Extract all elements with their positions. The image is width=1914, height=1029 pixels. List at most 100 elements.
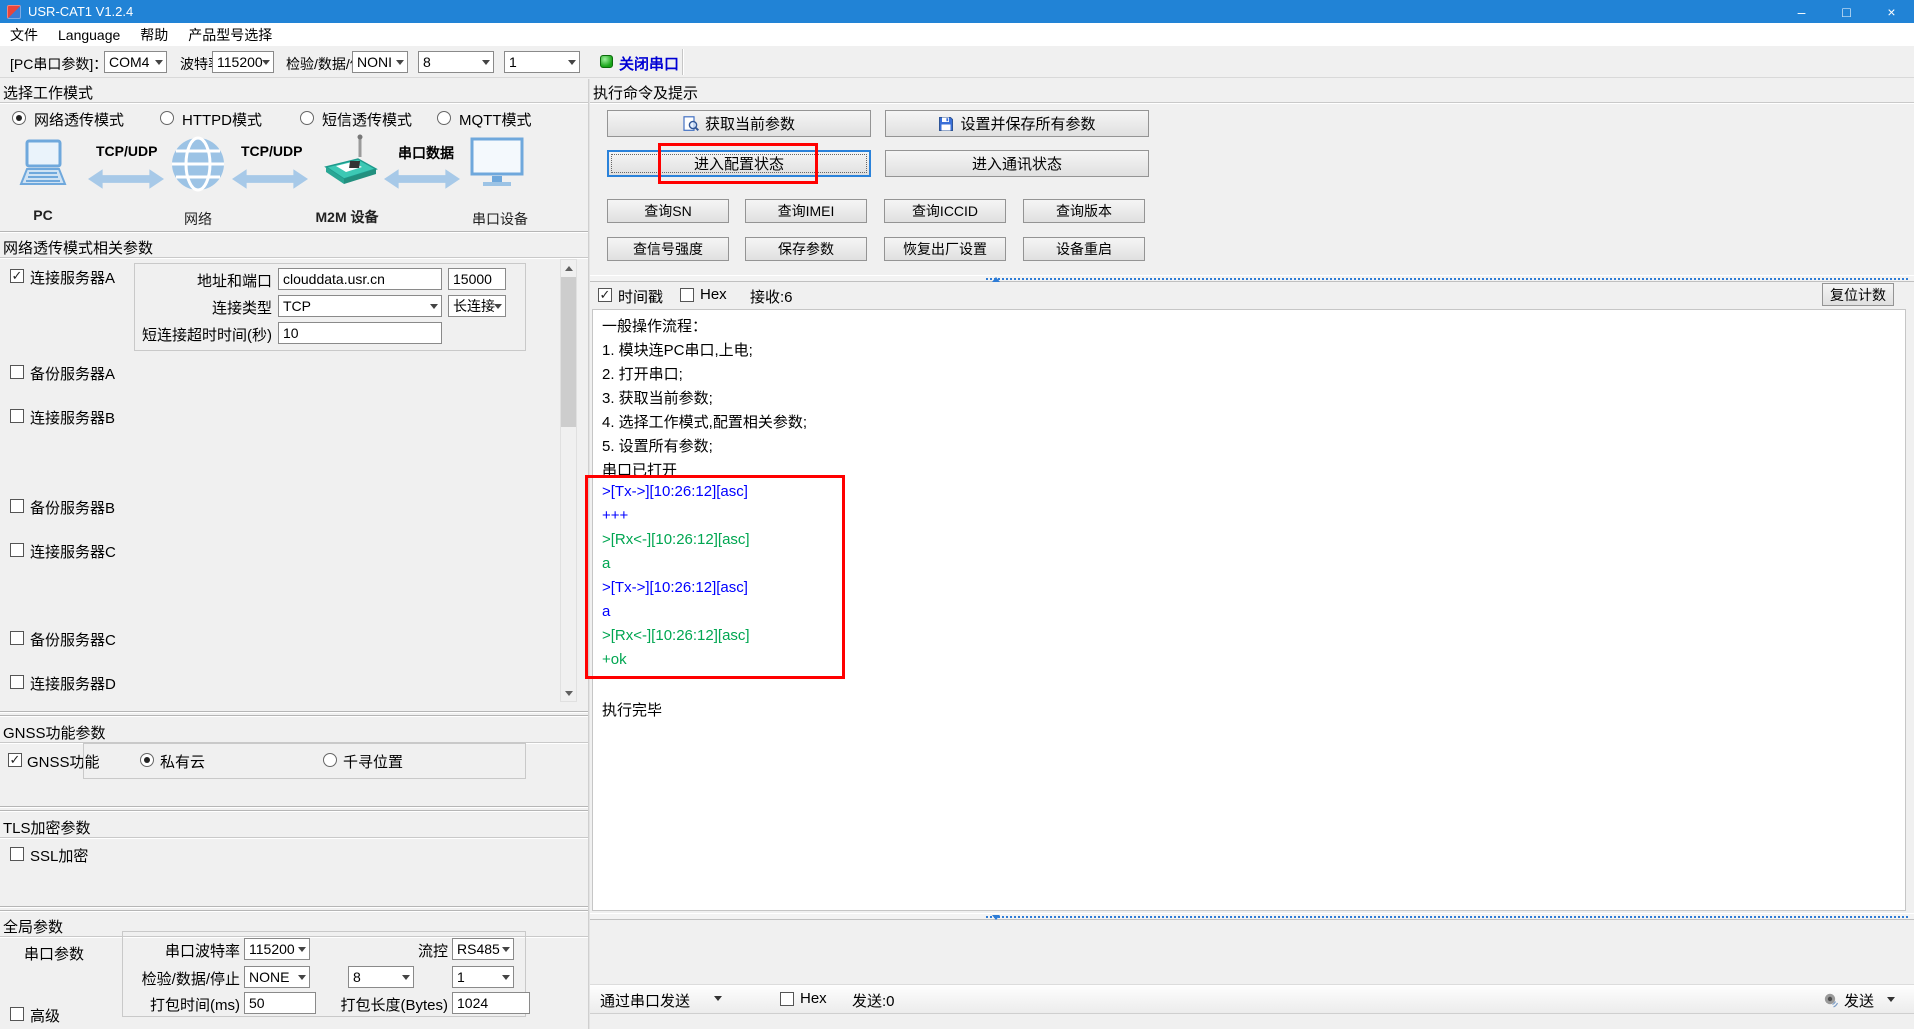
send-bar: 通过串口发送 ✓ Hex 发送:0 发送 [590, 984, 1914, 1014]
recv-hex-checkbox[interactable]: ✓ [680, 288, 694, 302]
params-scrollbar[interactable] [560, 259, 577, 702]
gnss-option-label: 千寻位置 [343, 754, 404, 771]
work-mode-label[interactable]: HTTPD模式 [182, 109, 262, 130]
enter-config-button[interactable]: 进入配置状态 [607, 150, 871, 177]
collapse-up-icon[interactable] [992, 277, 1000, 282]
close-port-button[interactable]: 关闭串口 [619, 53, 679, 74]
backup-server-c-checkbox[interactable]: ✓ [10, 631, 24, 645]
send-options-chevron-icon[interactable] [1887, 997, 1895, 1002]
serial-baud-select[interactable]: 115200 [244, 938, 310, 960]
gnss-option-qianxun[interactable] [323, 753, 337, 767]
server-port-input[interactable]: 15000 [448, 268, 506, 290]
query-version-button[interactable]: 查询版本 [1023, 199, 1145, 223]
close-button[interactable]: × [1869, 0, 1914, 23]
gnss-enable-checkbox[interactable]: ✓ [8, 753, 22, 767]
packtime-input[interactable]: 50 [244, 992, 316, 1014]
ssl-checkbox[interactable]: ✓ [10, 847, 24, 861]
checkbox-label: 备份服务器B [30, 500, 116, 517]
minimize-button[interactable]: – [1779, 0, 1824, 23]
link-label: TCP/UDP [241, 143, 303, 159]
stopbits-select[interactable]: 1 [504, 51, 580, 73]
scroll-down-button[interactable] [561, 685, 576, 701]
chevron-down-icon [298, 947, 306, 952]
query-imei-button[interactable]: 查询IMEI [745, 199, 867, 223]
menu-item-model-select[interactable]: 产品型号选择 [178, 25, 282, 45]
packlen-input[interactable]: 1024 [452, 992, 530, 1014]
menu-item-file[interactable]: 文件 [0, 25, 48, 45]
server-d-checkbox[interactable]: ✓ [10, 675, 24, 689]
backup-server-a-checkbox[interactable]: ✓ [10, 365, 24, 379]
parity-label: 检验/数据/停止 [141, 971, 240, 988]
backup-server-b-checkbox[interactable]: ✓ [10, 499, 24, 513]
short-conn-timeout-input[interactable]: 10 [278, 322, 442, 344]
serial-stopbits-select[interactable]: 1 [452, 966, 514, 988]
send-hex-checkbox[interactable]: ✓ [780, 992, 794, 1006]
packtime-label: 打包时间(ms) [150, 997, 240, 1014]
server-a-checkbox[interactable]: ✓ [10, 269, 24, 283]
flow-select[interactable]: RS485 [452, 938, 514, 960]
log-line-tx: +++ [602, 507, 629, 524]
divider [0, 231, 588, 233]
enter-comm-button[interactable]: 进入通讯状态 [885, 150, 1149, 177]
log-line-tx: a [602, 603, 611, 620]
work-mode-radio-mqtt[interactable] [437, 111, 451, 125]
log-line-tx: >[Tx->][10:26:12][asc] [602, 579, 748, 596]
commands-title: 执行命令及提示 [590, 79, 1914, 103]
collapse-down-icon[interactable] [992, 915, 1000, 920]
work-mode-radio-httpd[interactable] [160, 111, 174, 125]
send-via-dropdown[interactable]: 通过串口发送 [600, 990, 690, 1011]
arrow-icon [88, 166, 164, 192]
scroll-up-button[interactable] [561, 260, 576, 276]
speaker-icon [1823, 991, 1840, 1008]
reset-count-button[interactable]: 复位计数 [1822, 283, 1894, 306]
save-params-button[interactable]: 保存参数 [745, 237, 867, 261]
server-b-checkbox[interactable]: ✓ [10, 409, 24, 423]
checkbox-label: 连接服务器B [30, 410, 116, 427]
log-line-tx: >[Tx->][10:26:12][asc] [602, 483, 748, 500]
work-mode-radio-net-transparent[interactable] [12, 111, 26, 125]
work-mode-label[interactable]: MQTT模式 [459, 109, 532, 130]
log-area[interactable]: 一般操作流程： 1. 模块连PC串口,上电; 2. 打开串口; 3. 获取当前参… [592, 309, 1906, 911]
factory-reset-button[interactable]: 恢复出厂设置 [884, 237, 1006, 261]
m2m-module-icon [318, 133, 382, 191]
keepalive-select[interactable]: 长连接 [448, 295, 506, 317]
log-line: 4. 选择工作模式,配置相关参数; [602, 414, 808, 431]
device-reboot-button[interactable]: 设备重启 [1023, 237, 1145, 261]
chevron-down-icon[interactable] [714, 996, 722, 1001]
link-label: TCP/UDP [96, 143, 158, 159]
work-mode-radio-sms[interactable] [300, 111, 314, 125]
work-mode-label[interactable]: 短信透传模式 [322, 109, 412, 130]
send-button[interactable]: 发送 [1844, 990, 1874, 1011]
databits-select[interactable]: 8 [418, 51, 494, 73]
divider [0, 806, 588, 808]
node-label: M2M 设备 [315, 209, 379, 225]
timestamp-label: 时间戳 [618, 289, 664, 306]
server-address-input[interactable]: clouddata.usr.cn [278, 268, 442, 290]
query-sn-button[interactable]: 查询SN [607, 199, 729, 223]
work-mode-label[interactable]: 网络透传模式 [34, 109, 124, 130]
set-save-params-button[interactable]: 设置并保存所有参数 [885, 110, 1149, 137]
serial-databits-select[interactable]: 8 [348, 966, 414, 988]
server-c-checkbox[interactable]: ✓ [10, 543, 24, 557]
conn-type-select[interactable]: TCP [278, 295, 442, 317]
menu-item-help[interactable]: 帮助 [130, 25, 178, 45]
gnss-option-private-cloud[interactable] [140, 753, 154, 767]
scroll-thumb[interactable] [561, 277, 576, 427]
query-iccid-button[interactable]: 查询ICCID [884, 199, 1006, 223]
menu-item-language[interactable]: Language [48, 27, 130, 43]
parity-select[interactable]: NONI [352, 51, 408, 73]
port-select[interactable]: COM4 [104, 51, 167, 73]
serial-parity-select[interactable]: NONE [244, 966, 310, 988]
server-a-label: 连接服务器A [30, 270, 116, 287]
timestamp-checkbox[interactable]: ✓ [598, 288, 612, 302]
splitter-handle[interactable] [590, 275, 1914, 282]
baud-select[interactable]: 115200 [212, 51, 274, 73]
splitter-handle[interactable] [590, 913, 1914, 920]
packlen-label: 打包长度(Bytes) [340, 997, 448, 1014]
log-line-exec-done: 执行完毕 [602, 702, 663, 719]
get-params-button[interactable]: 获取当前参数 [607, 110, 871, 137]
advanced-checkbox[interactable]: ✓ [10, 1007, 24, 1021]
floppy-save-icon [938, 116, 954, 132]
query-signal-button[interactable]: 查信号强度 [607, 237, 729, 261]
maximize-button[interactable]: □ [1824, 0, 1869, 23]
